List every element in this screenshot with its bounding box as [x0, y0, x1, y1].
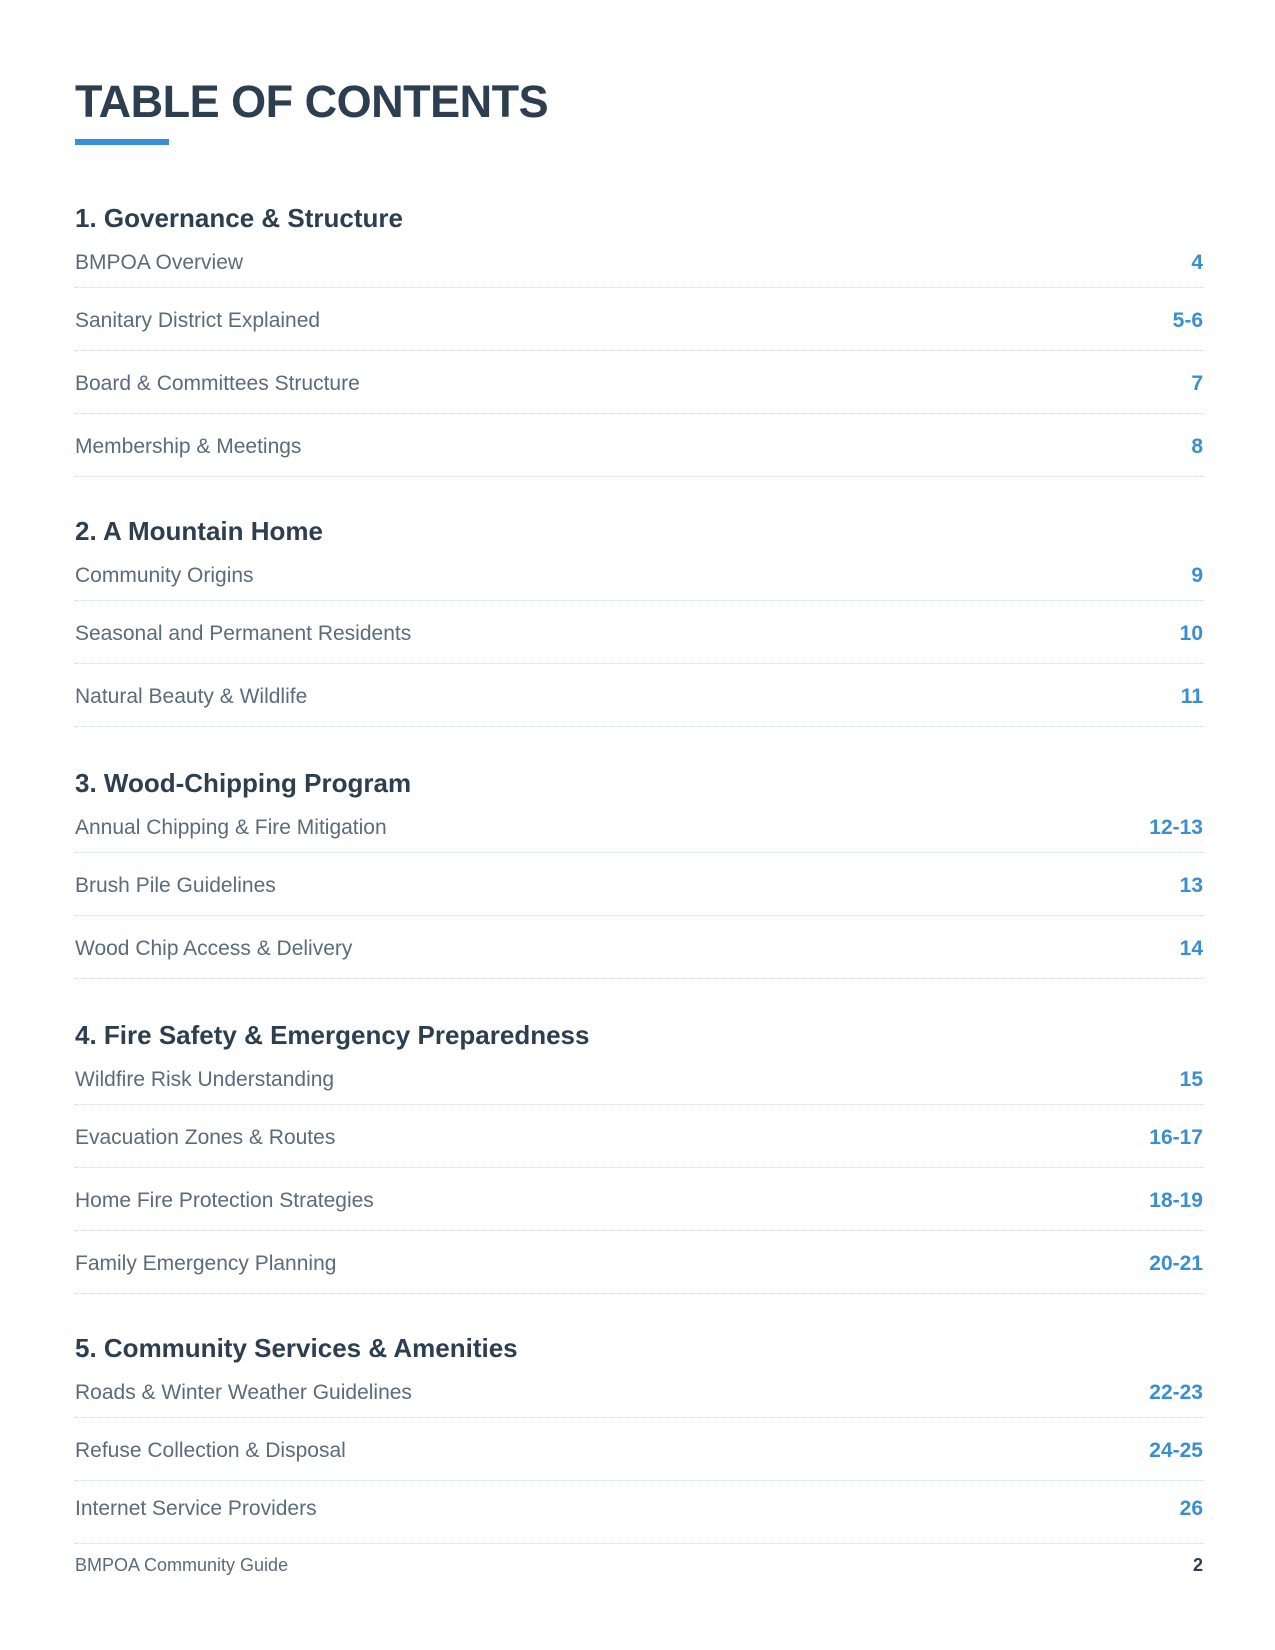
entry-label[interactable]: Roads & Winter Weather Guidelines: [75, 1381, 412, 1405]
entry-page-number[interactable]: 8: [1191, 435, 1203, 459]
entry-page-number[interactable]: 10: [1180, 622, 1203, 646]
entry-label[interactable]: Family Emergency Planning: [75, 1252, 336, 1276]
toc-section-community-services: 5. Community Services & Amenities Roads …: [75, 1328, 1203, 1544]
footer-document-name: BMPOA Community Guide: [75, 1554, 289, 1575]
section-heading: 5. Community Services & Amenities: [75, 1333, 518, 1363]
section-heading: 2. A Mountain Home: [75, 516, 323, 546]
toc-section-fire-safety: 4. Fire Safety & Emergency Preparedness …: [75, 1015, 1203, 1294]
entry-page-number[interactable]: 22-23: [1149, 1381, 1203, 1405]
toc-entry[interactable]: BMPOA Overview 4: [75, 238, 1203, 288]
section-heading: 3. Wood-Chipping Program: [75, 768, 412, 798]
page-footer: BMPOA Community Guide 2: [75, 1554, 1203, 1576]
entry-page-number[interactable]: 14: [1180, 937, 1203, 961]
entry-page-number[interactable]: 5-6: [1173, 309, 1203, 333]
entry-label[interactable]: BMPOA Overview: [75, 251, 243, 275]
page-title: TABLE OF CONTENTS: [75, 76, 549, 127]
entry-label[interactable]: Membership & Meetings: [75, 435, 301, 459]
toc-entry[interactable]: Brush Pile Guidelines 13: [75, 853, 1203, 916]
toc-entry[interactable]: Refuse Collection & Disposal 24-25: [75, 1418, 1203, 1481]
toc-entry[interactable]: Seasonal and Permanent Residents 10: [75, 601, 1203, 664]
entry-page-number[interactable]: 7: [1191, 372, 1203, 396]
entry-label[interactable]: Brush Pile Guidelines: [75, 874, 276, 898]
section-heading: 4. Fire Safety & Emergency Preparedness: [75, 1020, 590, 1050]
entry-label[interactable]: Wood Chip Access & Delivery: [75, 937, 352, 961]
toc-entry[interactable]: Internet Service Providers 26: [75, 1481, 1203, 1544]
entry-label[interactable]: Community Origins: [75, 564, 254, 588]
entry-label[interactable]: Refuse Collection & Disposal: [75, 1439, 346, 1463]
entry-page-number[interactable]: 24-25: [1149, 1439, 1203, 1463]
entry-page-number[interactable]: 26: [1180, 1497, 1203, 1521]
footer-page-number: 2: [1192, 1554, 1203, 1575]
toc-entry[interactable]: Family Emergency Planning 20-21: [75, 1231, 1203, 1294]
toc-entry[interactable]: Wood Chip Access & Delivery 14: [75, 916, 1203, 979]
section-heading: 1. Governance & Structure: [75, 203, 403, 233]
toc-entry[interactable]: Sanitary District Explained 5-6: [75, 288, 1203, 351]
toc-entry[interactable]: Board & Committees Structure 7: [75, 351, 1203, 414]
toc-entry[interactable]: Natural Beauty & Wildlife 11: [75, 664, 1203, 727]
entry-page-number[interactable]: 20-21: [1149, 1252, 1203, 1276]
entry-label[interactable]: Annual Chipping & Fire Mitigation: [75, 816, 387, 840]
toc-section-mountain-home: 2. A Mountain Home Community Origins 9 S…: [75, 511, 1203, 727]
toc-entry[interactable]: Home Fire Protection Strategies 18-19: [75, 1168, 1203, 1231]
entry-page-number[interactable]: 4: [1191, 251, 1203, 275]
toc-section-governance: 1. Governance & Structure BMPOA Overview…: [75, 198, 1203, 477]
entry-label[interactable]: Seasonal and Permanent Residents: [75, 622, 411, 646]
toc-entry[interactable]: Community Origins 9: [75, 551, 1203, 601]
entry-label[interactable]: Evacuation Zones & Routes: [75, 1126, 335, 1150]
entry-page-number[interactable]: 12-13: [1149, 816, 1203, 840]
toc-entry[interactable]: Membership & Meetings 8: [75, 414, 1203, 477]
toc-entry[interactable]: Evacuation Zones & Routes 16-17: [75, 1105, 1203, 1168]
entry-label[interactable]: Natural Beauty & Wildlife: [75, 685, 307, 709]
title-underline: [75, 139, 169, 145]
toc-entry[interactable]: Roads & Winter Weather Guidelines 22-23: [75, 1368, 1203, 1418]
entry-label[interactable]: Board & Committees Structure: [75, 372, 360, 396]
toc-entry[interactable]: Annual Chipping & Fire Mitigation 12-13: [75, 803, 1203, 853]
toc-section-wood-chipping: 3. Wood-Chipping Program Annual Chipping…: [75, 763, 1203, 979]
entry-page-number[interactable]: 16-17: [1149, 1126, 1203, 1150]
entry-label[interactable]: Home Fire Protection Strategies: [75, 1189, 374, 1213]
entry-label[interactable]: Sanitary District Explained: [75, 309, 320, 333]
entry-page-number[interactable]: 13: [1180, 874, 1203, 898]
entry-page-number[interactable]: 18-19: [1149, 1189, 1203, 1213]
entry-page-number[interactable]: 9: [1191, 564, 1203, 588]
toc-entry[interactable]: Wildfire Risk Understanding 15: [75, 1055, 1203, 1105]
entry-label[interactable]: Wildfire Risk Understanding: [75, 1068, 334, 1092]
entry-page-number[interactable]: 11: [1181, 685, 1203, 709]
entry-label[interactable]: Internet Service Providers: [75, 1497, 317, 1521]
entry-page-number[interactable]: 15: [1180, 1068, 1203, 1092]
